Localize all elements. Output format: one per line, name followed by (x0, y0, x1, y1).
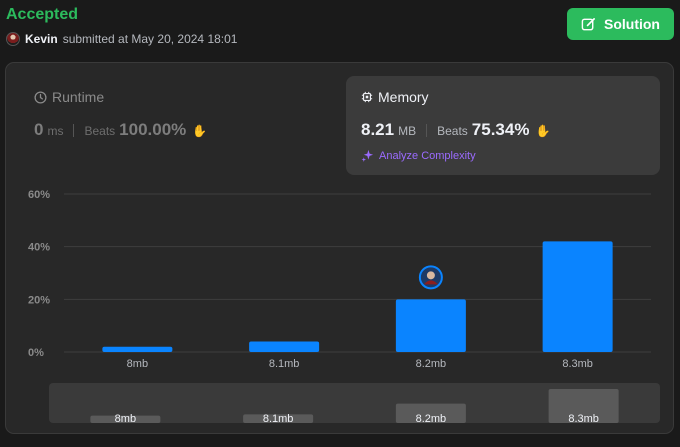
avatar-face (426, 271, 435, 280)
submission-status: Accepted (6, 6, 79, 23)
chart-overview-scrollbar[interactable]: 8mb 8.1mb 8.2mb 8.3mb (49, 383, 660, 423)
x-tick-label: 8.2mb (416, 358, 447, 370)
y-tick-label: 0% (28, 347, 44, 359)
x-tick-label: 8mb (127, 358, 148, 370)
bar[interactable] (102, 346, 173, 352)
y-tick-label: 60% (28, 189, 50, 201)
overview-label: 8.1mb (263, 413, 294, 423)
y-tick-label: 20% (28, 294, 50, 306)
memory-distribution-chart: 0% 20% 40% 60% 8mb 8.1mb 8.2mb 8.3mb (28, 189, 651, 370)
x-tick-label: 8.3mb (562, 358, 593, 370)
solution-button-label: Solution (604, 16, 660, 32)
overview-label: 8.3mb (568, 413, 599, 423)
bar[interactable] (395, 299, 466, 352)
edit-icon (581, 17, 595, 30)
overview-chart: 8mb 8.1mb 8.2mb 8.3mb (90, 389, 619, 423)
submitted-time: submitted at May 20, 2024 18:01 (62, 32, 238, 46)
user-avatar[interactable] (6, 32, 20, 46)
submission-header: Accepted Kevin submitted at May 20, 2024… (6, 5, 237, 46)
result-panel: Runtime 0 ms Beats 100.00% ✋ Memory 8.21… (5, 62, 674, 434)
y-tick-label: 40% (28, 242, 50, 254)
overview-label: 8mb (115, 413, 136, 423)
solution-button[interactable]: Solution (567, 8, 674, 40)
bar[interactable] (249, 341, 320, 352)
username-link[interactable]: Kevin (25, 32, 58, 46)
overview-label: 8.2mb (416, 413, 447, 423)
submission-meta: Kevin submitted at May 20, 2024 18:01 (6, 32, 237, 46)
bar[interactable] (542, 241, 613, 352)
x-tick-label: 8.1mb (269, 358, 300, 370)
